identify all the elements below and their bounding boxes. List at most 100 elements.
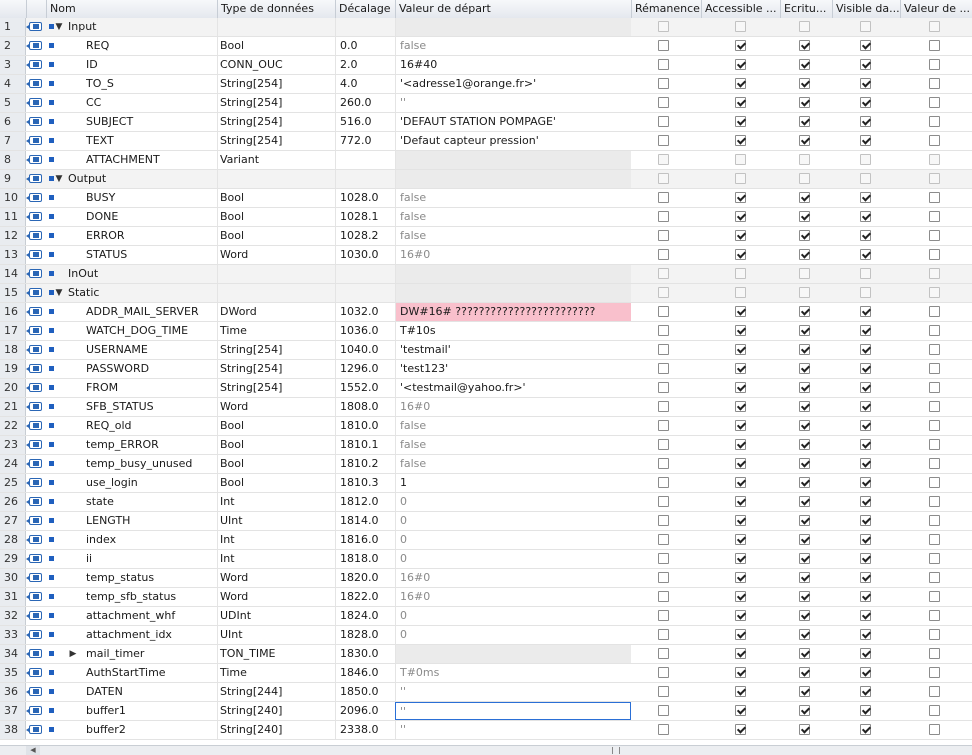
data-type[interactable]: Int xyxy=(217,531,335,549)
start-value[interactable]: 0 xyxy=(395,626,631,644)
setpoint-checkbox[interactable] xyxy=(929,572,940,583)
start-value[interactable]: false xyxy=(395,37,631,55)
variable-name[interactable]: DONE xyxy=(86,208,216,226)
setpoint-checkbox[interactable] xyxy=(929,192,940,203)
start-value[interactable]: 'DEFAUT STATION POMPAGE' xyxy=(395,113,631,131)
start-value[interactable] xyxy=(395,18,631,36)
writable-checkbox[interactable] xyxy=(799,97,810,108)
data-type[interactable]: Word xyxy=(217,588,335,606)
start-value[interactable]: 16#0 xyxy=(395,246,631,264)
setpoint-checkbox[interactable] xyxy=(929,363,940,374)
start-value[interactable] xyxy=(395,645,631,663)
variable-name[interactable]: temp_ERROR xyxy=(86,436,216,454)
data-type[interactable]: Bool xyxy=(217,37,335,55)
setpoint-checkbox[interactable] xyxy=(929,306,940,317)
data-type[interactable]: Word xyxy=(217,569,335,587)
table-row[interactable]: 7 TEXT String[254] 772.0 'Defaut capteur pre… xyxy=(0,132,972,151)
writable-checkbox[interactable] xyxy=(799,610,810,621)
data-type[interactable]: Bool xyxy=(217,208,335,226)
writable-checkbox[interactable] xyxy=(799,382,810,393)
setpoint-checkbox[interactable] xyxy=(929,420,940,431)
data-type[interactable]: String[240] xyxy=(217,721,335,739)
start-value[interactable]: 'testmail' xyxy=(395,341,631,359)
start-value[interactable]: '' xyxy=(395,683,631,701)
setpoint-checkbox[interactable] xyxy=(929,230,940,241)
table-row[interactable]: 27 LENGTH UInt 1814.0 0 xyxy=(0,512,972,531)
table-row[interactable]: 3 ID CONN_OUC 2.0 16#40 xyxy=(0,56,972,75)
variable-name[interactable]: AuthStartTime xyxy=(86,664,216,682)
data-type[interactable]: DWord xyxy=(217,303,335,321)
data-type[interactable]: Time xyxy=(217,322,335,340)
variable-name[interactable]: mail_timer xyxy=(86,645,216,663)
start-value[interactable] xyxy=(395,170,631,188)
data-type[interactable]: String[254] xyxy=(217,75,335,93)
visible-checkbox[interactable] xyxy=(860,534,871,545)
accessible-checkbox[interactable] xyxy=(735,344,746,355)
header-retain[interactable]: Rémanence xyxy=(631,0,701,18)
retain-checkbox[interactable] xyxy=(658,591,669,602)
retain-checkbox[interactable] xyxy=(658,553,669,564)
data-type[interactable]: Word xyxy=(217,246,335,264)
accessible-checkbox[interactable] xyxy=(735,135,746,146)
setpoint-checkbox[interactable] xyxy=(929,249,940,260)
retain-checkbox[interactable] xyxy=(658,439,669,450)
table-row[interactable]: 17 WATCH_DOG_TIME Time 1036.0 T#10s xyxy=(0,322,972,341)
setpoint-checkbox[interactable] xyxy=(929,325,940,336)
writable-checkbox[interactable] xyxy=(799,249,810,260)
start-value[interactable]: DW#16# ???????????????????????? xyxy=(395,303,631,321)
table-row[interactable]: 6 SUBJECT String[254] 516.0 'DEFAUT STATION … xyxy=(0,113,972,132)
retain-checkbox[interactable] xyxy=(658,344,669,355)
data-type[interactable] xyxy=(217,284,335,302)
table-row[interactable]: 11 DONE Bool 1028.1 false xyxy=(0,208,972,227)
variable-name[interactable]: DATEN xyxy=(86,683,216,701)
variable-name[interactable]: Input xyxy=(68,18,216,36)
retain-checkbox[interactable] xyxy=(658,667,669,678)
data-type[interactable] xyxy=(217,265,335,283)
start-value[interactable]: T#0ms xyxy=(395,664,631,682)
variable-name[interactable]: ADDR_MAIL_SERVER xyxy=(86,303,216,321)
visible-checkbox[interactable] xyxy=(860,705,871,716)
table-row[interactable]: 20 FROM String[254] 1552.0 '<testmail@yahoo.… xyxy=(0,379,972,398)
visible-checkbox[interactable] xyxy=(860,439,871,450)
variable-name[interactable]: WATCH_DOG_TIME xyxy=(86,322,216,340)
retain-checkbox[interactable] xyxy=(658,78,669,89)
variable-name[interactable]: STATUS xyxy=(86,246,216,264)
retain-checkbox[interactable] xyxy=(658,648,669,659)
visible-checkbox[interactable] xyxy=(860,477,871,488)
variable-name[interactable]: buffer1 xyxy=(86,702,216,720)
retain-checkbox[interactable] xyxy=(658,420,669,431)
visible-checkbox[interactable] xyxy=(860,116,871,127)
visible-checkbox[interactable] xyxy=(860,230,871,241)
writable-checkbox[interactable] xyxy=(799,629,810,640)
setpoint-checkbox[interactable] xyxy=(929,591,940,602)
retain-checkbox[interactable] xyxy=(658,363,669,374)
variable-name[interactable]: ATTACHMENT xyxy=(86,151,216,169)
writable-checkbox[interactable] xyxy=(799,515,810,526)
data-type[interactable] xyxy=(217,18,335,36)
setpoint-checkbox[interactable] xyxy=(929,553,940,564)
retain-checkbox[interactable] xyxy=(658,401,669,412)
accessible-checkbox[interactable] xyxy=(735,40,746,51)
setpoint-checkbox[interactable] xyxy=(929,496,940,507)
accessible-checkbox[interactable] xyxy=(735,192,746,203)
start-value[interactable] xyxy=(395,151,631,169)
collapse-arrow-icon[interactable]: ▼ xyxy=(52,170,66,188)
setpoint-checkbox[interactable] xyxy=(929,211,940,222)
start-value[interactable]: false xyxy=(395,455,631,473)
accessible-checkbox[interactable] xyxy=(735,230,746,241)
header-setpoint[interactable]: Valeur de ... xyxy=(900,0,972,18)
data-type[interactable]: Bool xyxy=(217,455,335,473)
data-type[interactable]: String[254] xyxy=(217,379,335,397)
variable-name[interactable]: attachment_idx xyxy=(86,626,216,644)
setpoint-checkbox[interactable] xyxy=(929,667,940,678)
variable-name[interactable]: InOut xyxy=(68,265,216,283)
variable-name[interactable]: SUBJECT xyxy=(86,113,216,131)
header-accessible[interactable]: Accessible ... xyxy=(701,0,780,18)
accessible-checkbox[interactable] xyxy=(735,534,746,545)
start-value[interactable]: 0 xyxy=(395,493,631,511)
variable-name[interactable]: ERROR xyxy=(86,227,216,245)
visible-checkbox[interactable] xyxy=(860,363,871,374)
data-type[interactable]: Word xyxy=(217,398,335,416)
retain-checkbox[interactable] xyxy=(658,306,669,317)
accessible-checkbox[interactable] xyxy=(735,420,746,431)
